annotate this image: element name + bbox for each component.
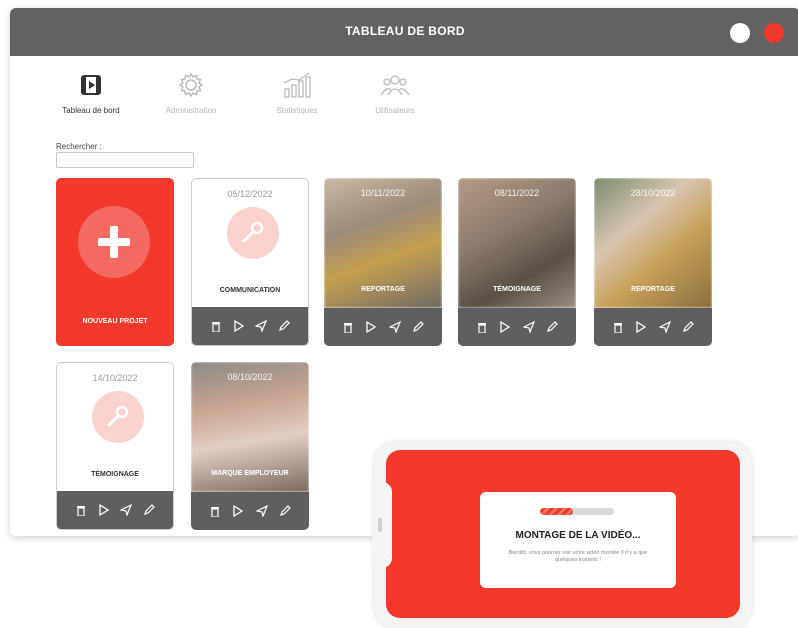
phone-screen: MONTAGE DE LA VIDÉO... Bientôt, vous pou… xyxy=(386,450,740,618)
play-icon[interactable] xyxy=(498,320,512,334)
project-card[interactable]: 14/10/2022 TÉMOIGNAGE xyxy=(56,362,174,530)
users-icon xyxy=(350,68,440,102)
modal-subtitle: Bientôt, vous pourrez voir votre vidéo m… xyxy=(508,550,648,563)
pencil-icon[interactable] xyxy=(411,320,425,334)
card-action-bar xyxy=(191,492,309,530)
microphone-icon xyxy=(92,391,144,443)
card-action-bar xyxy=(192,307,308,345)
nav-utilisateurs[interactable]: Utilisateurs xyxy=(350,68,440,115)
pencil-icon[interactable] xyxy=(142,503,156,517)
project-name: COMMUNICATION xyxy=(219,287,281,294)
title-bar: TABLEAU DE BORD xyxy=(10,8,798,56)
phone-mockup: MONTAGE DE LA VIDÉO... Bientôt, vous pou… xyxy=(372,442,752,628)
project-date: 05/12/2022 xyxy=(227,189,273,199)
nav-label: Utilisateurs xyxy=(375,106,415,115)
new-project-label: NOUVEAU PROJET xyxy=(82,318,148,325)
plus-icon xyxy=(78,206,150,278)
nav-tableau-de-bord[interactable]: Tableau de bord xyxy=(46,68,136,115)
project-card[interactable]: 10/11/2022 REPORTAGE xyxy=(324,178,442,346)
progress-bar xyxy=(540,508,614,515)
window-close-button[interactable] xyxy=(764,23,784,43)
project-name: REPORTAGE xyxy=(631,286,675,293)
progress-fill xyxy=(540,508,574,515)
project-name: MARQUE EMPLOYEUR xyxy=(211,470,289,477)
send-icon[interactable] xyxy=(388,320,402,334)
nav-label: Tableau de bord xyxy=(62,106,120,115)
trash-icon[interactable] xyxy=(208,504,222,518)
window-title: TABLEAU DE BORD xyxy=(345,24,465,38)
phone-camera xyxy=(378,518,382,532)
search-input[interactable] xyxy=(56,152,194,168)
trash-icon[interactable] xyxy=(611,320,625,334)
pencil-icon[interactable] xyxy=(681,320,695,334)
project-card[interactable]: 08/11/2022 TÉMOIGNAGE xyxy=(458,178,576,346)
send-icon[interactable] xyxy=(254,319,268,333)
nav-label: Administration xyxy=(165,106,217,115)
project-name: REPORTAGE xyxy=(361,286,405,293)
pencil-icon[interactable] xyxy=(278,504,292,518)
project-name: TÉMOIGNAGE xyxy=(91,471,139,478)
microphone-icon xyxy=(227,207,279,259)
modal-title: MONTAGE DE LA VIDÉO... xyxy=(515,530,641,541)
card-action-bar xyxy=(458,308,576,346)
project-card[interactable]: 08/10/2022 MARQUE EMPLOYEUR xyxy=(191,362,309,530)
phone-notch xyxy=(372,482,392,568)
bar-chart-icon xyxy=(252,68,342,102)
play-icon[interactable] xyxy=(231,504,245,518)
project-name: TÉMOIGNAGE xyxy=(493,286,541,293)
trash-icon[interactable] xyxy=(74,503,88,517)
play-icon[interactable] xyxy=(634,320,648,334)
pencil-icon[interactable] xyxy=(277,319,291,333)
project-date: 08/11/2022 xyxy=(494,188,540,198)
window-minimize-button[interactable] xyxy=(730,23,750,43)
trash-icon[interactable] xyxy=(209,319,223,333)
card-action-bar xyxy=(57,491,173,529)
project-card[interactable]: 05/12/2022 COMMUNICATION xyxy=(191,178,309,346)
project-date: 28/10/2022 xyxy=(630,188,676,198)
send-icon[interactable] xyxy=(119,503,133,517)
nav-statistiques[interactable]: Statistiques xyxy=(252,68,342,115)
project-date: 10/11/2022 xyxy=(360,188,406,198)
play-icon[interactable] xyxy=(364,320,378,334)
nav-administration[interactable]: Administration xyxy=(146,68,236,115)
play-icon[interactable] xyxy=(232,319,246,333)
card-action-bar xyxy=(324,308,442,346)
card-action-bar xyxy=(594,308,712,346)
trash-icon[interactable] xyxy=(475,320,489,334)
project-card[interactable]: 28/10/2022 REPORTAGE xyxy=(594,178,712,346)
send-icon[interactable] xyxy=(255,504,269,518)
trash-icon[interactable] xyxy=(341,320,355,334)
project-date: 08/10/2022 xyxy=(227,372,273,382)
send-icon[interactable] xyxy=(522,320,536,334)
new-project-card[interactable]: NOUVEAU PROJET xyxy=(56,178,174,346)
processing-modal: MONTAGE DE LA VIDÉO... Bientôt, vous pou… xyxy=(480,492,676,588)
send-icon[interactable] xyxy=(658,320,672,334)
project-date: 14/10/2022 xyxy=(92,373,138,383)
search-label: Rechercher : xyxy=(56,142,102,151)
main-nav: Tableau de bord Administration Statistiq… xyxy=(10,68,798,128)
gear-icon xyxy=(146,68,236,102)
film-icon xyxy=(46,68,136,102)
nav-label: Statistiques xyxy=(276,106,318,115)
pencil-icon[interactable] xyxy=(545,320,559,334)
play-icon[interactable] xyxy=(97,503,111,517)
